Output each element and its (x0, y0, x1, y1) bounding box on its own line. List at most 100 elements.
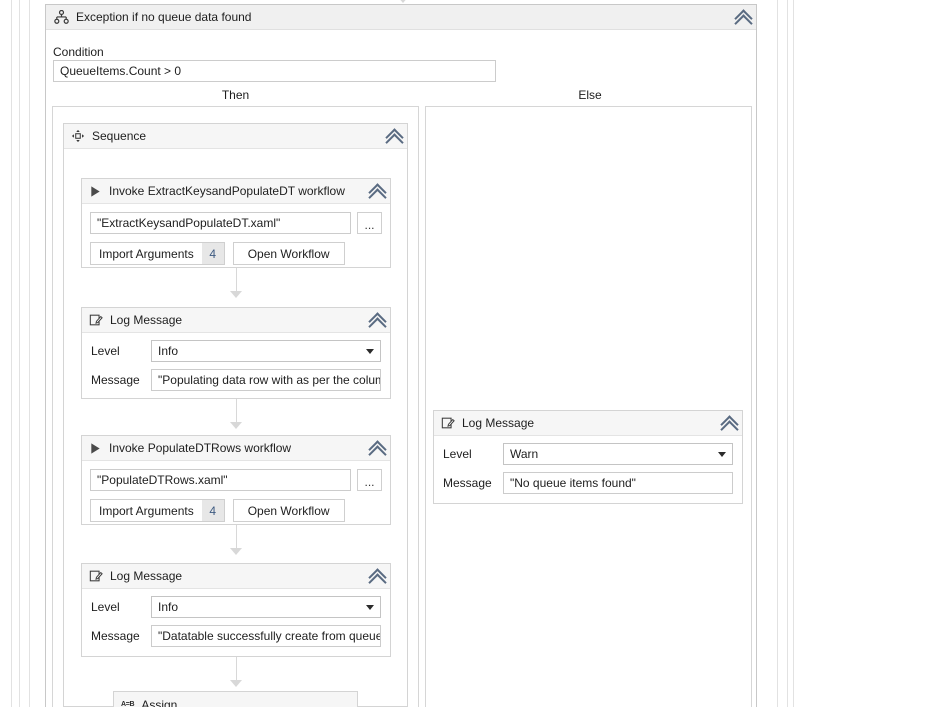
activity-title: Assign (141, 697, 178, 707)
connector-arrow (230, 680, 242, 687)
open-workflow-button[interactable]: Open Workflow (232, 499, 345, 522)
message-label: Message (443, 476, 492, 490)
activity-header[interactable]: Log Message (82, 308, 390, 333)
import-arguments-label: Import Arguments (99, 503, 194, 518)
message-input[interactable]: "No queue items found" (503, 472, 733, 494)
browse-button[interactable]: ... (357, 469, 382, 491)
if-activity-header[interactable]: Exception if no queue data found (46, 5, 756, 30)
else-branch-panel[interactable] (425, 106, 752, 707)
invoke-workflow-activity[interactable]: Invoke PopulateDTRows workflow "Populate… (81, 435, 391, 525)
message-label: Message (91, 373, 140, 387)
invoke-body: "PopulateDTRows.xaml" ... Import Argumen… (82, 461, 390, 531)
log-message-icon (89, 313, 103, 327)
message-row: Message "Datatable successfully create f… (91, 625, 381, 647)
connector-arrow (230, 291, 242, 298)
import-arguments-count: 4 (201, 243, 224, 264)
chevron-down-icon (366, 348, 374, 354)
import-arguments-count: 4 (201, 500, 224, 521)
log-message-icon (441, 416, 455, 430)
collapse-chevron-icon[interactable] (387, 129, 401, 143)
level-row: Level Info (91, 596, 381, 618)
level-select[interactable]: Warn (503, 443, 733, 465)
message-label: Message (91, 629, 140, 643)
nesting-border-inner-right (777, 0, 778, 707)
activity-title: Invoke PopulateDTRows workflow (109, 441, 292, 455)
condition-label: Condition (53, 45, 104, 59)
invoke-play-icon (89, 185, 102, 198)
level-select[interactable]: Info (151, 596, 381, 618)
condition-value: QueueItems.Count > 0 (60, 64, 182, 78)
nesting-border-mid-right (787, 0, 788, 707)
sequence-title: Sequence (92, 129, 147, 143)
message-row: Message "Populating data row with as per… (91, 369, 381, 391)
nesting-border-outer-right (793, 0, 794, 707)
assign-activity[interactable]: A=B Assign (113, 691, 358, 707)
else-branch-label: Else (578, 88, 602, 102)
activity-header[interactable]: Invoke ExtractKeysandPopulateDT workflow (82, 179, 390, 204)
level-label: Level (443, 447, 472, 461)
activity-header[interactable]: A=B Assign (114, 692, 357, 707)
chevron-down-icon (718, 451, 726, 457)
workflow-file-input[interactable]: "PopulateDTRows.xaml" (90, 469, 351, 491)
assign-ab-icon: A=B (121, 701, 135, 707)
activity-title: Log Message (462, 416, 535, 430)
invoke-button-row: Import Arguments 4 Open Workflow (90, 499, 382, 522)
if-activity-title: Exception if no queue data found (76, 10, 252, 24)
activity-title: Log Message (110, 569, 183, 583)
sequence-icon (71, 129, 85, 143)
connector-arrow-into-if (397, 0, 409, 3)
activity-header[interactable]: Invoke PopulateDTRows workflow (82, 436, 390, 461)
message-input[interactable]: "Datatable successfully create from queu… (151, 625, 381, 647)
level-row: Level Warn (443, 443, 733, 465)
invoke-workflow-activity[interactable]: Invoke ExtractKeysandPopulateDT workflow… (81, 178, 391, 268)
activity-header[interactable]: Log Message (434, 411, 742, 436)
sequence-header[interactable]: Sequence (64, 124, 407, 149)
workflow-file-input[interactable]: "ExtractKeysandPopulateDT.xaml" (90, 212, 351, 234)
open-workflow-button[interactable]: Open Workflow (232, 242, 345, 265)
condition-input[interactable]: QueueItems.Count > 0 (53, 60, 496, 82)
import-arguments-label: Import Arguments (99, 246, 194, 261)
level-label: Level (91, 344, 120, 358)
invoke-button-row: Import Arguments 4 Open Workflow (90, 242, 382, 265)
chevron-down-icon (366, 604, 374, 610)
level-value: Warn (510, 447, 539, 461)
collapse-chevron-icon[interactable] (370, 184, 384, 198)
level-label: Level (91, 600, 120, 614)
workflow-file-row: "ExtractKeysandPopulateDT.xaml" ... (90, 212, 382, 234)
collapse-chevron-icon[interactable] (722, 416, 736, 430)
log-message-activity[interactable]: Log Message Level Info Message "Datatabl… (81, 563, 391, 657)
log-message-icon (89, 569, 103, 583)
connector-line (236, 657, 237, 680)
collapse-chevron-icon[interactable] (370, 313, 384, 327)
log-message-activity[interactable]: Log Message Level Warn Message "No queue… (433, 410, 743, 504)
log-message-activity[interactable]: Log Message Level Info Message "Populati… (81, 307, 391, 399)
workflow-file-row: "PopulateDTRows.xaml" ... (90, 469, 382, 491)
activity-title: Log Message (110, 313, 183, 327)
browse-button[interactable]: ... (357, 212, 382, 234)
invoke-play-icon (89, 442, 102, 455)
log-body: Level Info Message "Populating data row … (82, 333, 390, 399)
connector-arrow (230, 548, 242, 555)
message-input[interactable]: "Populating data row with as per the col… (151, 369, 381, 391)
collapse-chevron-icon[interactable] (736, 10, 750, 24)
log-body: Level Warn Message "No queue items found… (434, 436, 742, 502)
activity-header[interactable]: Log Message (82, 564, 390, 589)
collapse-chevron-icon[interactable] (370, 441, 384, 455)
import-arguments-button[interactable]: Import Arguments 4 (90, 242, 225, 265)
invoke-body: "ExtractKeysandPopulateDT.xaml" ... Impo… (82, 204, 390, 274)
collapse-chevron-icon[interactable] (370, 569, 384, 583)
level-value: Info (158, 344, 179, 358)
import-arguments-button[interactable]: Import Arguments 4 (90, 499, 225, 522)
level-select[interactable]: Info (151, 340, 381, 362)
message-row: Message "No queue items found" (443, 472, 733, 494)
nesting-border-mid-left (19, 0, 20, 707)
connector-arrow (230, 422, 242, 429)
workflow-designer-canvas: Exception if no queue data found Conditi… (0, 0, 943, 707)
then-branch-label: Then (221, 88, 250, 102)
activity-title: Invoke ExtractKeysandPopulateDT workflow (109, 184, 345, 198)
level-row: Level Info (91, 340, 381, 362)
nesting-border-inner-left (29, 0, 30, 707)
connector-line (236, 399, 237, 422)
level-value: Info (158, 600, 179, 614)
nesting-border-outer-left (11, 0, 12, 707)
